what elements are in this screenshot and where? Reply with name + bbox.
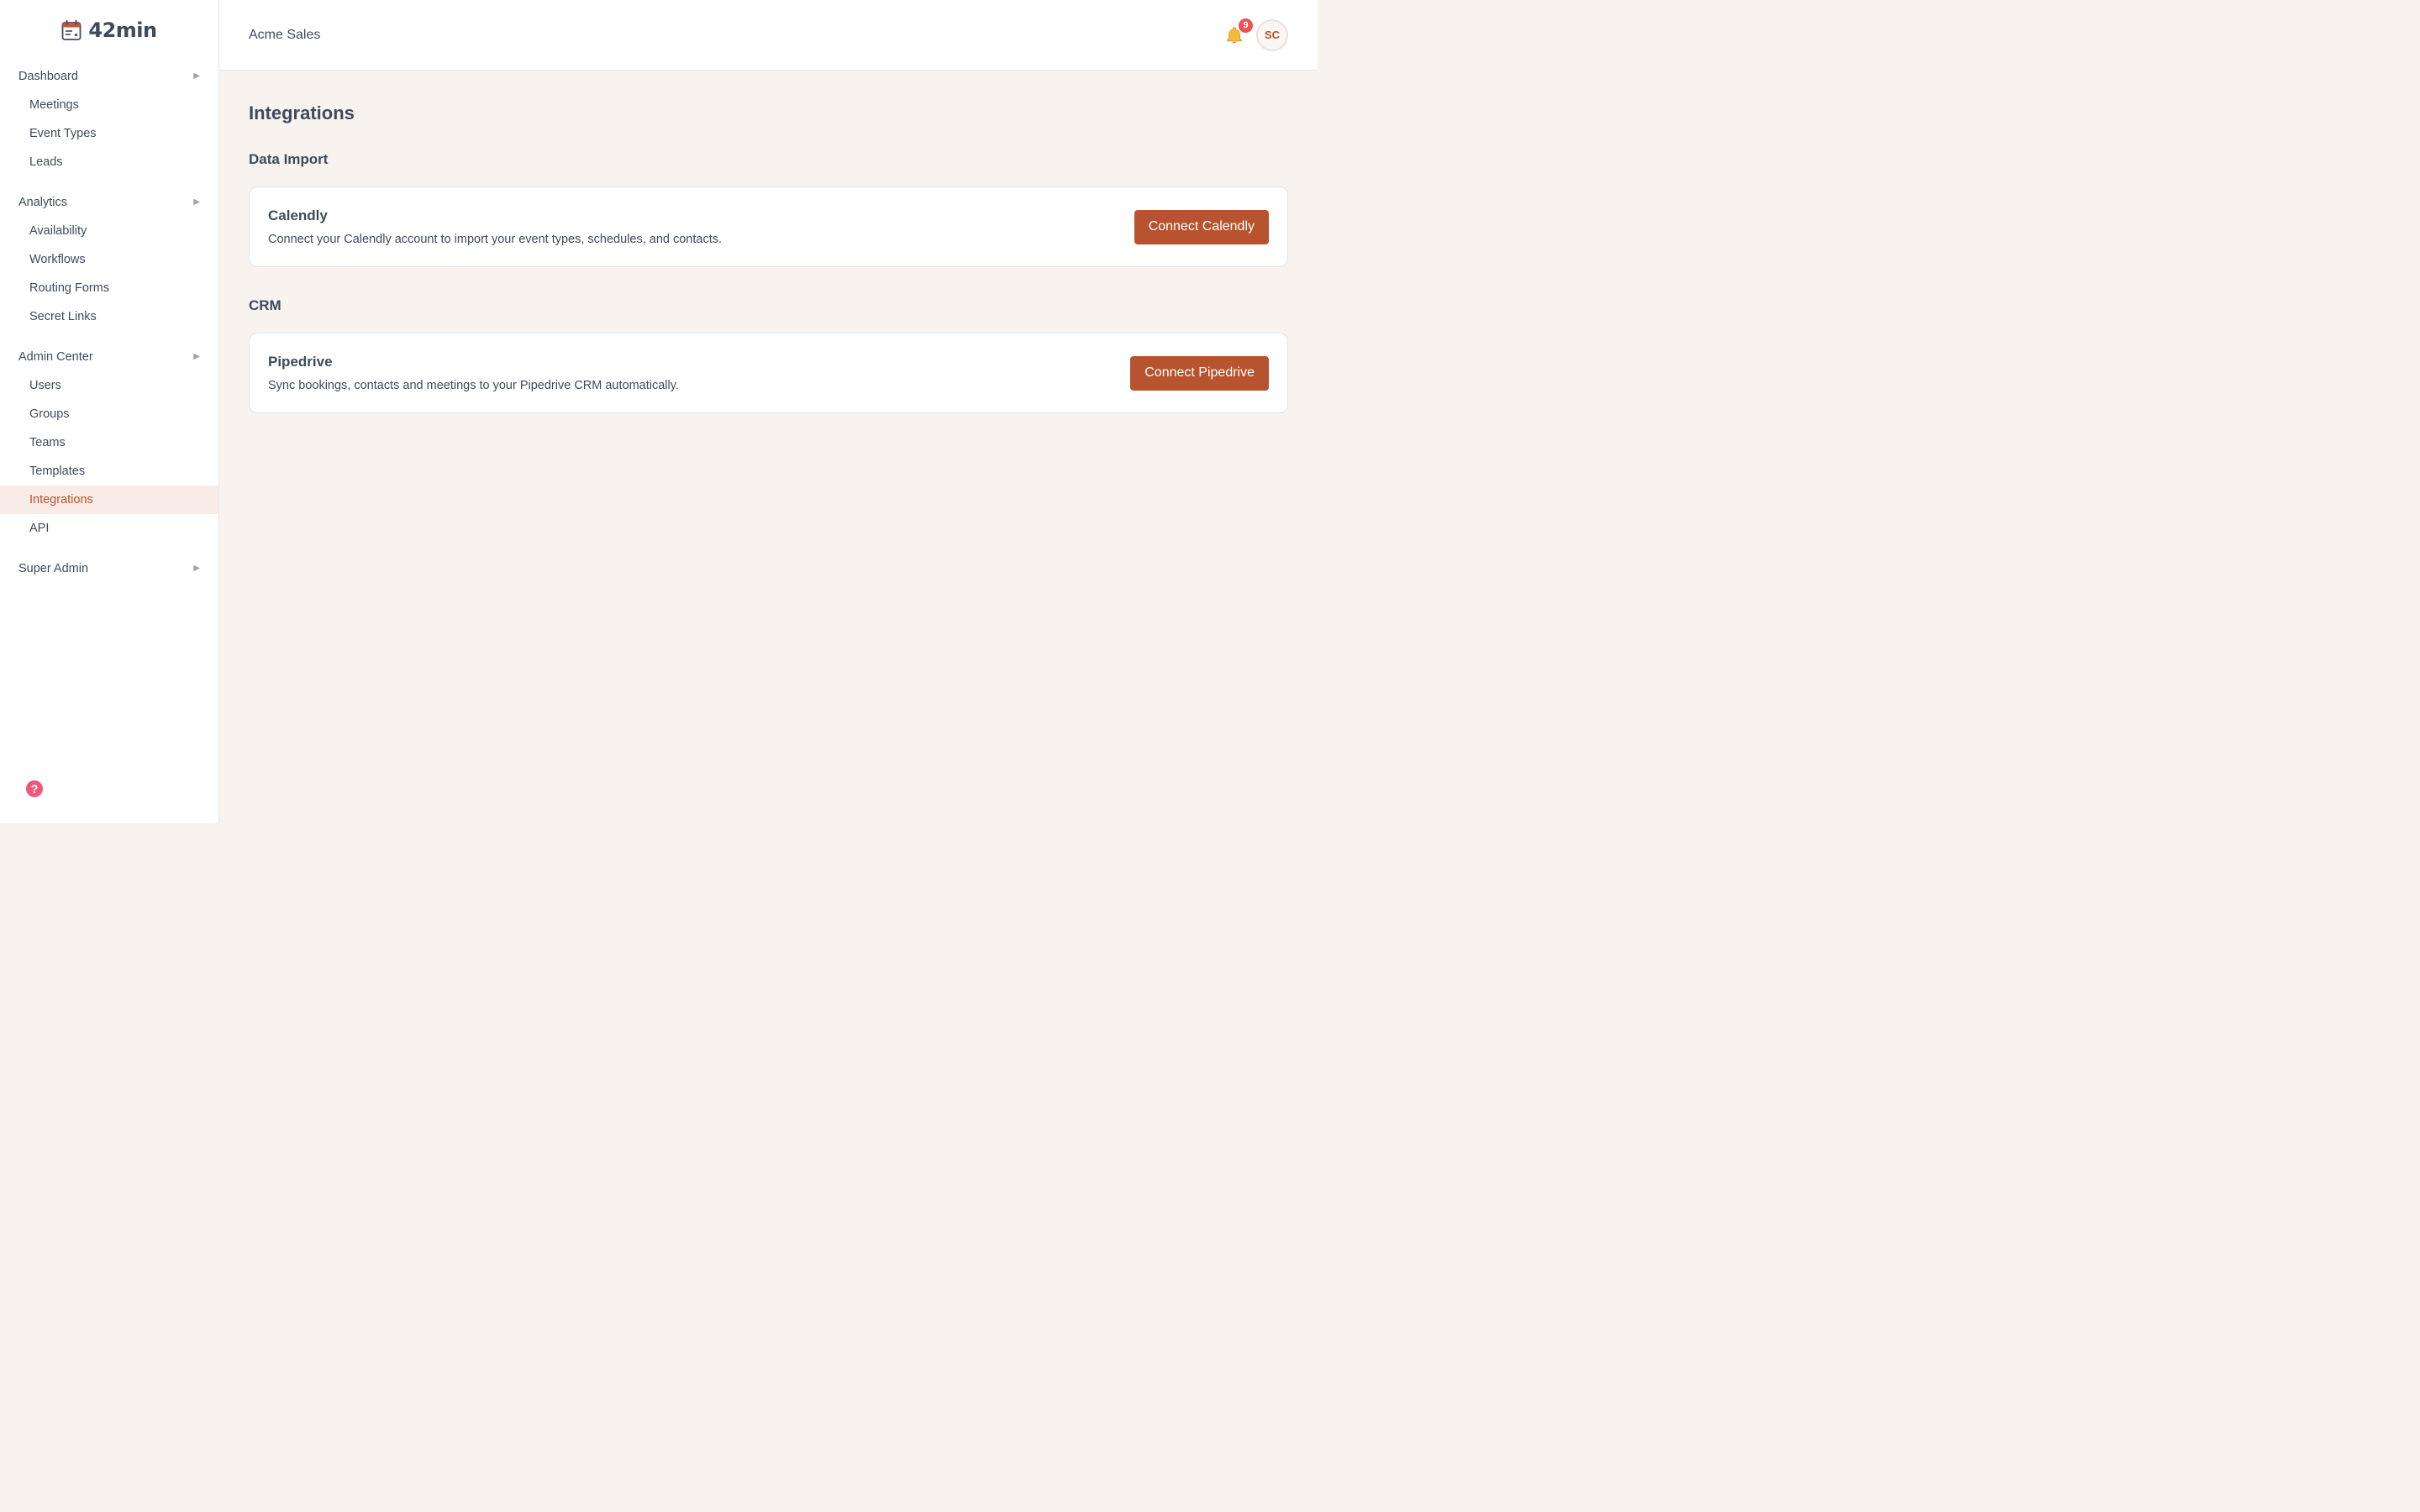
sidebar-item-users[interactable]: Users	[0, 371, 218, 400]
top-actions: 9 SC	[1223, 18, 1288, 51]
app-root: 42min Dashboard ▶ Meetings Event Types L…	[0, 0, 1318, 823]
nav-group-analytics: Analytics ▶ Availability Workflows Routi…	[0, 188, 218, 331]
calendar-icon	[61, 19, 82, 40]
sidebar-item-groups[interactable]: Groups	[0, 400, 218, 428]
help-circle-icon[interactable]: ?	[26, 780, 43, 797]
nav-group-header-super-admin[interactable]: Super Admin ▶	[0, 554, 218, 583]
connect-pipedrive-button[interactable]: Connect Pipedrive	[1130, 355, 1269, 391]
chevron-right-icon: ▶	[193, 352, 200, 361]
section-title: Data Import	[249, 151, 329, 167]
nav-group-super-admin: Super Admin ▶	[0, 554, 218, 583]
sidebar-nav: Dashboard ▶ Meetings Event Types Leads A…	[0, 60, 218, 583]
org-name: Acme Sales	[249, 27, 321, 42]
notifications-button[interactable]: 9	[1223, 18, 1253, 47]
brand-logo[interactable]: 42min	[0, 0, 218, 60]
sidebar-item-leads[interactable]: Leads	[0, 148, 218, 176]
sidebar: 42min Dashboard ▶ Meetings Event Types L…	[0, 0, 219, 823]
section-crm: CRM Pipedrive Sync bookings, contacts an…	[249, 297, 1288, 413]
sidebar-item-teams[interactable]: Teams	[0, 428, 218, 457]
section-title: CRM	[249, 297, 281, 313]
nav-group-header-analytics[interactable]: Analytics ▶	[0, 188, 218, 217]
chevron-right-icon: ▶	[193, 564, 200, 573]
card-text: Pipedrive Sync bookings, contacts and me…	[268, 354, 679, 392]
sidebar-item-api[interactable]: API	[0, 514, 218, 543]
nav-group-header-dashboard[interactable]: Dashboard ▶	[0, 62, 218, 91]
page-title: Integrations	[249, 102, 355, 123]
avatar[interactable]: SC	[1256, 18, 1288, 51]
main-area: Acme Sales 9 SC Integrations Data Import	[219, 0, 1318, 823]
card-description: Connect your Calendly account to import …	[268, 233, 723, 246]
card-description: Sync bookings, contacts and meetings to …	[268, 379, 679, 392]
sidebar-item-workflows[interactable]: Workflows	[0, 245, 218, 274]
notification-badge: 9	[1239, 18, 1253, 33]
nav-group-label: Dashboard	[18, 70, 78, 83]
nav-group-label: Super Admin	[18, 562, 89, 575]
integration-card-pipedrive: Pipedrive Sync bookings, contacts and me…	[249, 333, 1288, 413]
chevron-right-icon: ▶	[193, 197, 200, 207]
brand-name: 42min	[88, 18, 157, 42]
card-title: Calendly	[268, 207, 328, 223]
sidebar-item-routing-forms[interactable]: Routing Forms	[0, 274, 218, 302]
sidebar-item-templates[interactable]: Templates	[0, 457, 218, 486]
content: Integrations Data Import Calendly Connec…	[219, 71, 1318, 444]
sidebar-item-secret-links[interactable]: Secret Links	[0, 302, 218, 331]
nav-group-label: Admin Center	[18, 350, 93, 364]
nav-group-admin-center: Admin Center ▶ Users Groups Teams Templa…	[0, 343, 218, 543]
sidebar-item-availability[interactable]: Availability	[0, 217, 218, 245]
card-text: Calendly Connect your Calendly account t…	[268, 207, 722, 246]
connect-calendly-button[interactable]: Connect Calendly	[1134, 209, 1269, 244]
chevron-right-icon: ▶	[193, 71, 200, 81]
sidebar-item-event-types[interactable]: Event Types	[0, 119, 218, 148]
section-data-import: Data Import Calendly Connect your Calend…	[249, 151, 1288, 267]
topbar: Acme Sales 9 SC	[219, 0, 1318, 71]
nav-group-header-admin-center[interactable]: Admin Center ▶	[0, 343, 218, 371]
sidebar-item-integrations[interactable]: Integrations	[0, 486, 218, 514]
nav-group-dashboard: Dashboard ▶ Meetings Event Types Leads	[0, 62, 218, 176]
card-title: Pipedrive	[268, 354, 333, 370]
integration-card-calendly: Calendly Connect your Calendly account t…	[249, 186, 1288, 267]
nav-group-label: Analytics	[18, 196, 68, 209]
sidebar-item-meetings[interactable]: Meetings	[0, 91, 218, 119]
